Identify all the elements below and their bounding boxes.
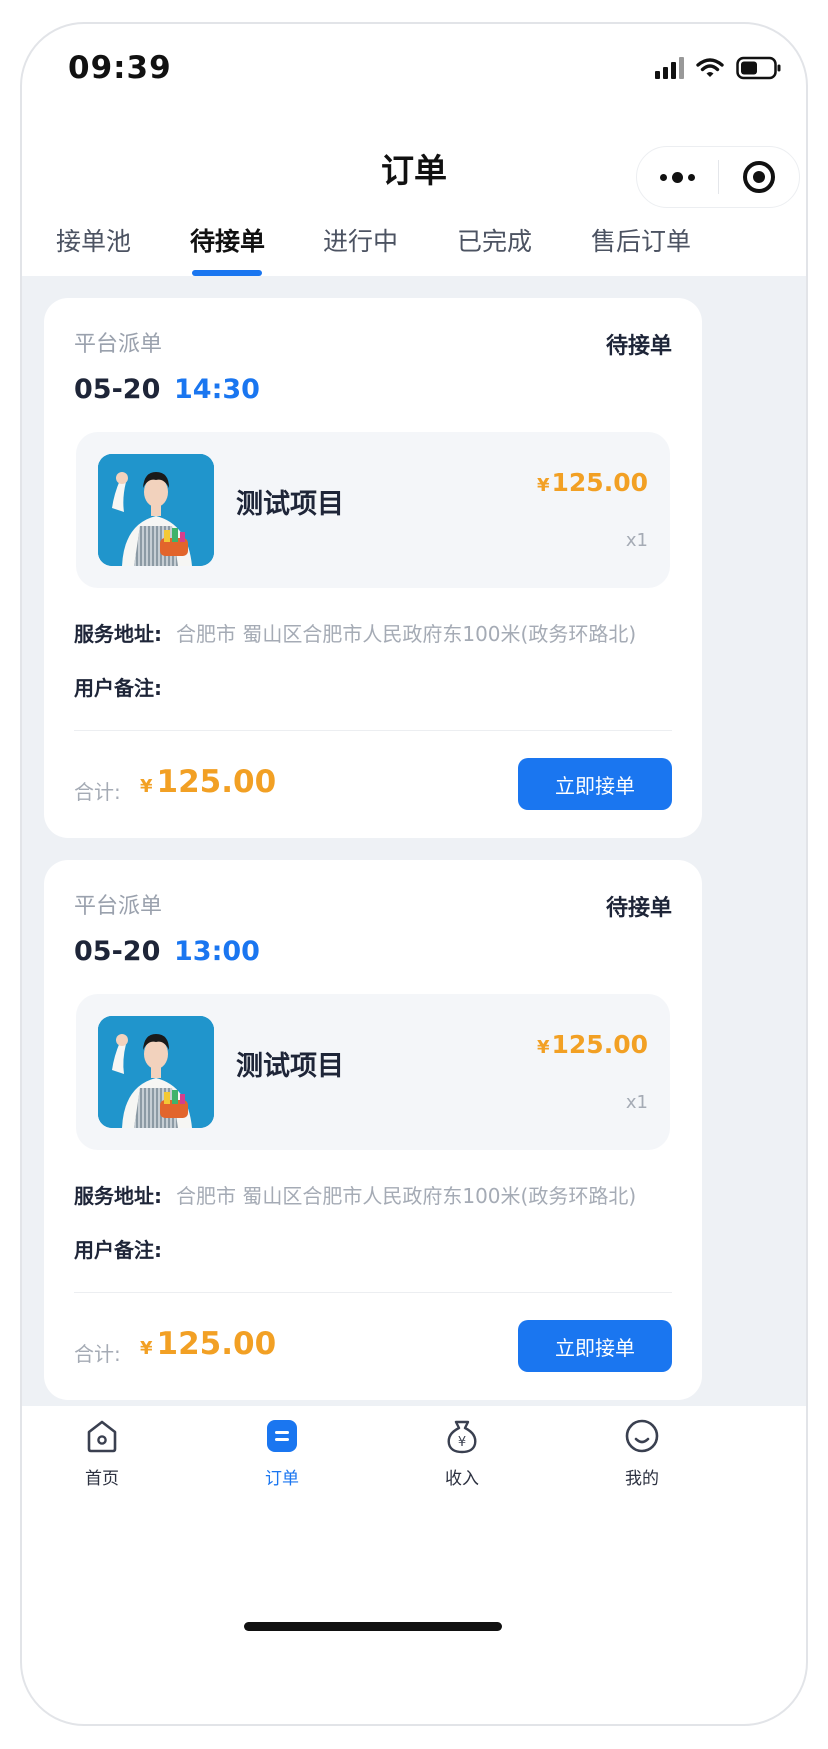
address-value: 合肥市 蜀山区合肥市人民政府东100米(政务环路北) <box>176 1184 637 1208</box>
order-status: 待接单 <box>605 334 672 359</box>
wifi-icon <box>696 58 724 77</box>
target-icon <box>742 161 775 193</box>
address-value: 合肥市 蜀山区合肥市人民政府东100米(政务环路北) <box>176 622 637 646</box>
user-note-row: 用户备注: <box>74 672 176 701</box>
address-label: 服务地址: <box>74 1184 162 1208</box>
tab-completed[interactable]: 已完成 <box>457 222 532 258</box>
total-label: 合计: <box>74 780 121 804</box>
price-value: 125.00 <box>551 1030 648 1059</box>
service-address-row: 服务地址: 合肥市 蜀山区合肥市人民政府东100米(政务环路北) <box>74 618 636 647</box>
home-icon <box>84 1418 120 1454</box>
order-item[interactable]: 测试项目 ¥125.00 x1 <box>76 994 670 1150</box>
order-source: 平台派单 <box>74 332 163 357</box>
total-amount: ¥125.00 <box>140 1326 276 1362</box>
address-label: 服务地址: <box>74 622 162 646</box>
miniprogram-capsule <box>636 146 800 208</box>
divider <box>74 1292 672 1293</box>
order-item[interactable]: 测试项目 ¥125.00 x1 <box>76 432 670 588</box>
item-price: ¥125.00 <box>537 468 648 497</box>
item-price: ¥125.00 <box>537 1030 648 1059</box>
tab-pending[interactable]: 待接单 <box>190 222 265 258</box>
item-name: 测试项目 <box>236 489 344 520</box>
status-icons <box>655 56 782 80</box>
income-icon: ¥ <box>444 1418 480 1454</box>
total-value: 125.00 <box>156 1326 277 1362</box>
signal-icon <box>655 57 684 79</box>
order-tabs: 接单池 待接单 进行中 已完成 售后订单 <box>22 210 806 276</box>
order-status: 待接单 <box>605 896 672 921</box>
profile-icon <box>624 1418 660 1454</box>
tabbar-item-home[interactable]: 首页 <box>42 1418 162 1489</box>
accept-order-button[interactable]: 立即接单 <box>518 1320 672 1372</box>
close-miniprogram-button[interactable] <box>719 147 800 207</box>
order-icon <box>264 1418 300 1454</box>
tabbar-label: 我的 <box>625 1469 659 1489</box>
total-amount: ¥125.00 <box>140 764 276 800</box>
tabbar-item-profile[interactable]: 我的 <box>582 1418 702 1489</box>
note-label: 用户备注: <box>74 1238 162 1262</box>
currency-symbol: ¥ <box>140 776 153 797</box>
order-card[interactable]: 平台派单 待接单 05-20 13:00 测试项目 ¥125.00 x1 服务地… <box>44 860 702 1400</box>
user-note-row: 用户备注: <box>74 1234 176 1263</box>
total-value: 125.00 <box>156 764 277 800</box>
home-indicator <box>244 1622 502 1631</box>
currency-symbol: ¥ <box>140 1338 153 1359</box>
item-thumbnail <box>98 454 214 566</box>
more-dot-icon <box>687 173 695 181</box>
tabbar-label: 首页 <box>85 1469 119 1489</box>
bottom-tab-bar: 首页 订单 ¥ 收入 我的 <box>22 1406 806 1516</box>
note-label: 用户备注: <box>74 676 162 700</box>
price-value: 125.00 <box>551 468 648 497</box>
phone-screen: 09:39 订单 接单池 待接单 进行中 已完成 售后订单 平台派单 待接单 0… <box>20 22 808 1726</box>
tabbar-item-income[interactable]: ¥ 收入 <box>402 1418 522 1489</box>
battery-icon <box>736 56 781 80</box>
item-name: 测试项目 <box>236 1051 344 1082</box>
divider <box>74 730 672 731</box>
item-thumbnail <box>98 1016 214 1128</box>
order-source: 平台派单 <box>74 894 163 919</box>
tab-in-progress[interactable]: 进行中 <box>323 222 398 258</box>
tabbar-label: 订单 <box>265 1469 299 1489</box>
tab-order-pool[interactable]: 接单池 <box>56 222 131 258</box>
service-address-row: 服务地址: 合肥市 蜀山区合肥市人民政府东100米(政务环路北) <box>74 1180 636 1209</box>
tab-after-sales[interactable]: 售后订单 <box>591 222 691 258</box>
accept-order-button[interactable]: 立即接单 <box>518 758 672 810</box>
nav-bar: 订单 <box>22 114 806 210</box>
order-date: 05-20 <box>74 374 161 405</box>
order-list[interactable]: 平台派单 待接单 05-20 14:30 测试项目 ¥125.00 x1 服务地… <box>22 276 806 1406</box>
more-dot-icon <box>671 171 683 183</box>
order-time: 14:30 <box>174 374 260 405</box>
status-time: 09:39 <box>68 50 172 86</box>
currency-symbol: ¥ <box>536 1037 550 1058</box>
order-date: 05-20 <box>74 936 161 967</box>
item-quantity: x1 <box>625 1092 648 1113</box>
order-time: 13:00 <box>174 936 260 967</box>
svg-text:¥: ¥ <box>458 1435 466 1450</box>
currency-symbol: ¥ <box>536 475 550 496</box>
total-label: 合计: <box>74 1342 121 1366</box>
order-card[interactable]: 平台派单 待接单 05-20 14:30 测试项目 ¥125.00 x1 服务地… <box>44 298 702 838</box>
more-button[interactable] <box>637 147 718 207</box>
tabbar-label: 收入 <box>445 1469 479 1489</box>
item-quantity: x1 <box>625 530 648 551</box>
more-dot-icon <box>659 173 667 181</box>
tabbar-item-orders[interactable]: 订单 <box>222 1418 342 1489</box>
status-bar: 09:39 <box>22 24 806 114</box>
